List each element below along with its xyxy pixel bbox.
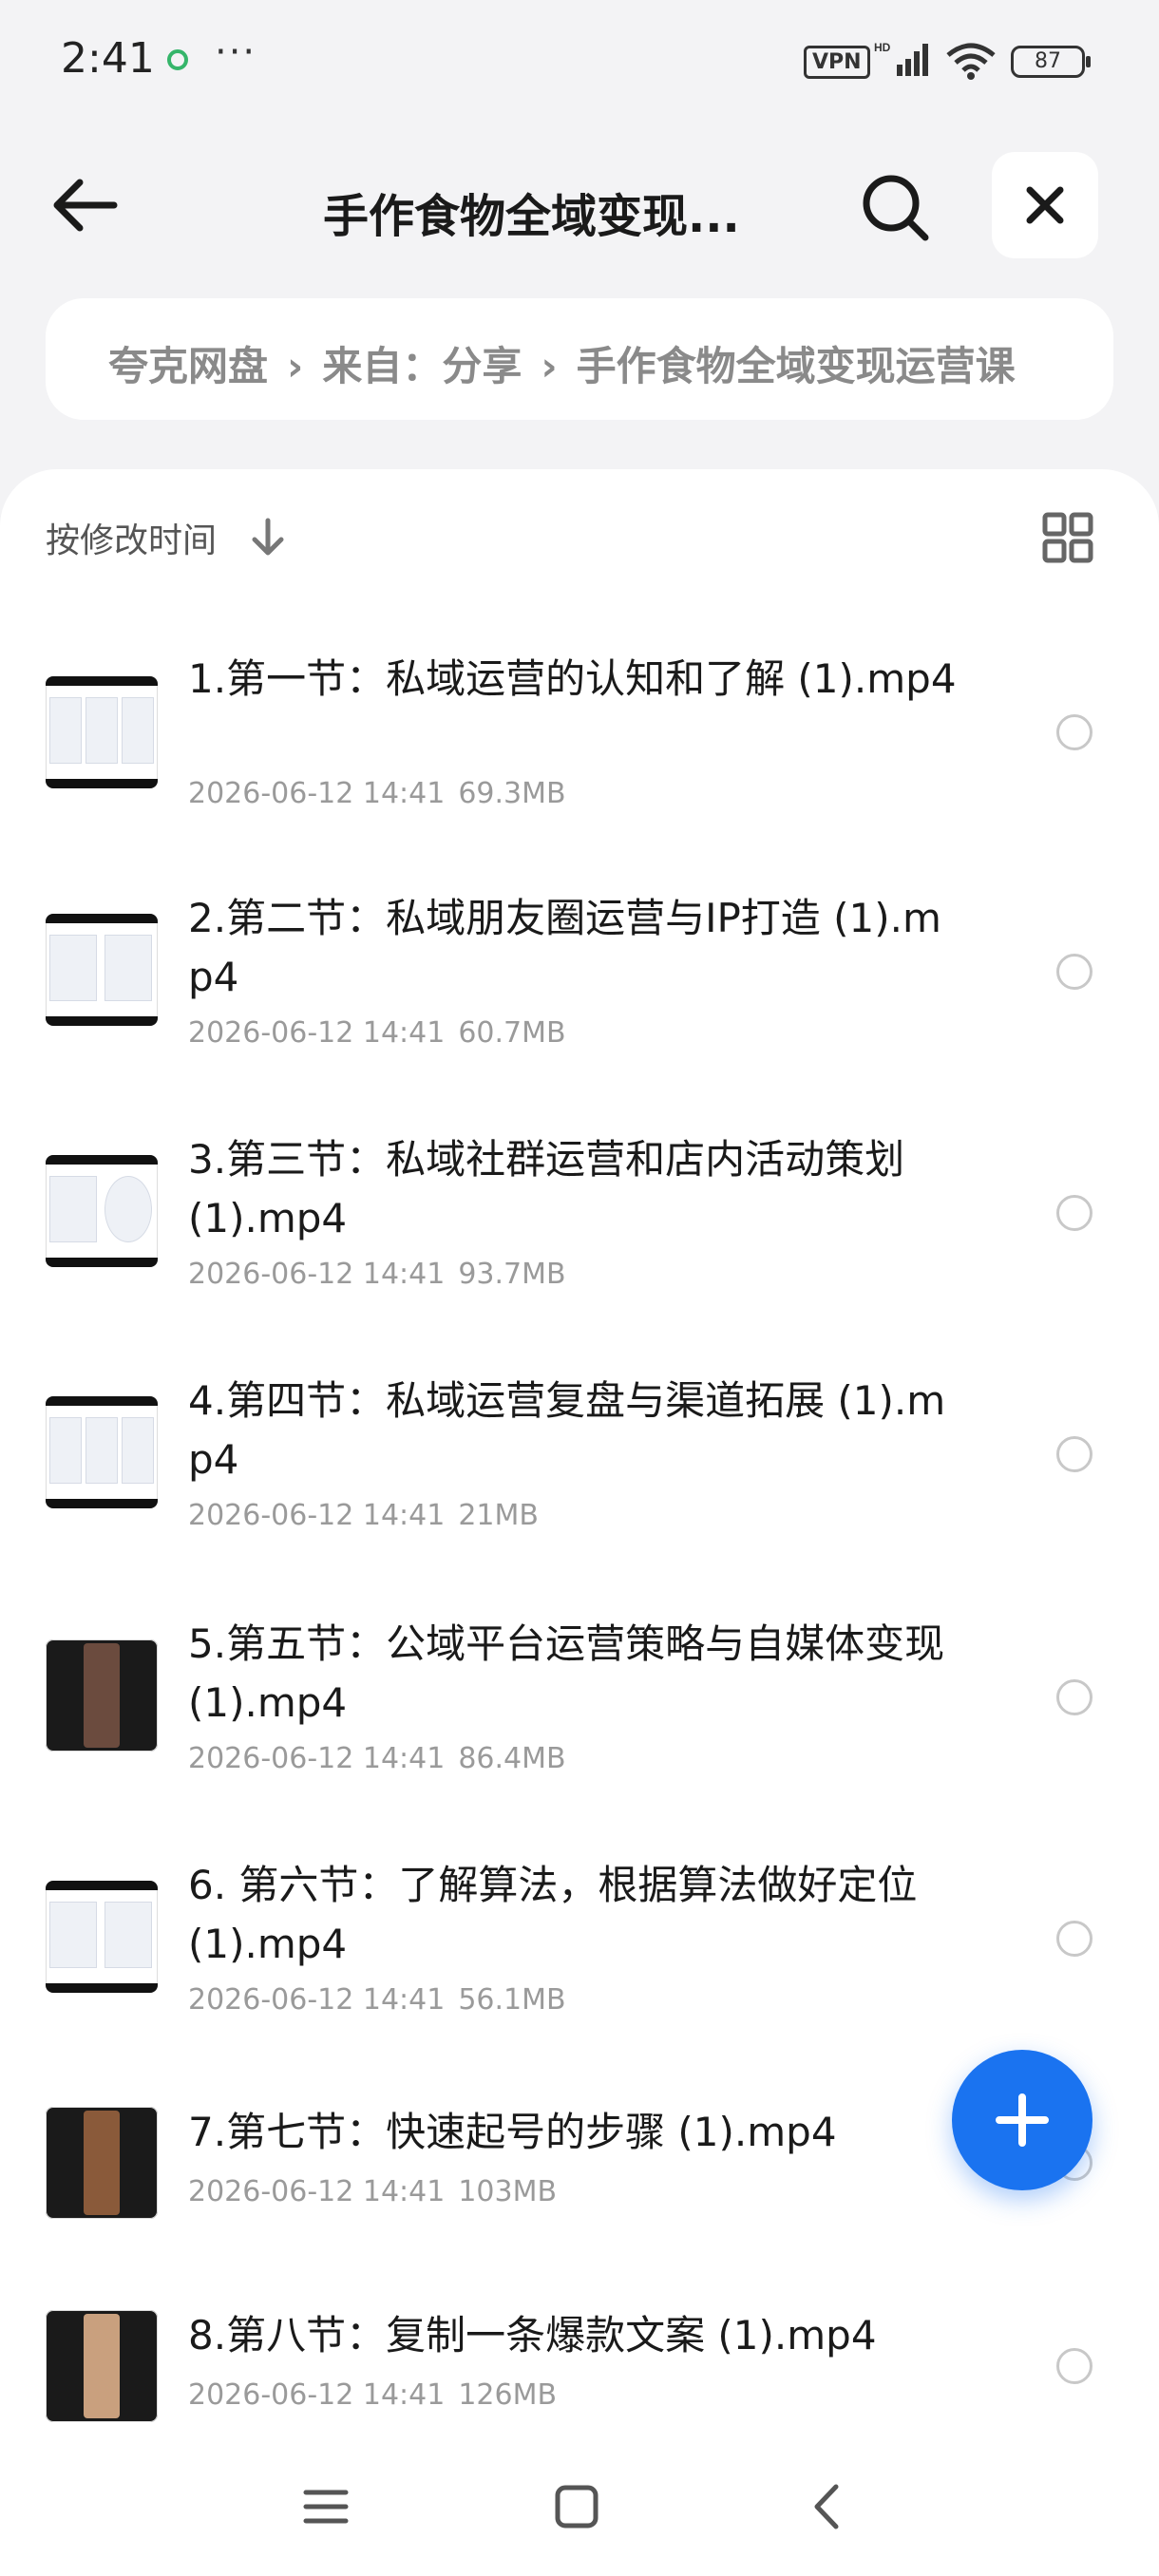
breadcrumb-item-current[interactable]: 手作食物全域变现运营课 (577, 343, 1016, 389)
video-thumbnail (46, 914, 158, 1026)
battery-icon: 87 (1011, 46, 1091, 78)
file-name: 6. 第六节：了解算法，根据算法做好定位 (1).mp4 (188, 1862, 918, 1967)
list-item[interactable]: 1.第一节：私域运营的认知和了解 (1).mp4 2026-06-12 14:4… (0, 621, 1159, 862)
close-icon (1026, 186, 1064, 224)
more-notifications-icon: ··· (215, 30, 257, 74)
file-name: 4.第四节：私域运营复盘与渠道拓展 (1).mp4 (188, 1377, 946, 1483)
file-name: 8.第八节：复制一条爆款文案 (1).mp4 (188, 2312, 877, 2358)
video-thumbnail (46, 1639, 158, 1752)
file-meta: 2026-06-12 14:41 21MB (188, 1499, 539, 1532)
breadcrumb: 夸克网盘 › 来自：分享 › 手作食物全域变现运营课 (46, 298, 1113, 420)
menu-icon[interactable] (302, 2483, 350, 2530)
add-button[interactable] (952, 2050, 1092, 2190)
svg-text:HD: HD (874, 41, 891, 54)
select-checkbox[interactable] (1056, 1195, 1092, 1231)
select-checkbox[interactable] (1056, 2348, 1092, 2384)
chevron-right-icon: › (287, 343, 304, 389)
wifi-icon (946, 43, 996, 80)
select-checkbox[interactable] (1056, 1921, 1092, 1957)
nav-back-icon[interactable] (804, 2483, 851, 2530)
list-item[interactable]: 6. 第六节：了解算法，根据算法做好定位 (1).mp4 2026-06-12 … (0, 1828, 1159, 2069)
select-checkbox[interactable] (1056, 954, 1092, 990)
close-button[interactable] (992, 152, 1098, 258)
video-thumbnail (46, 1881, 158, 1993)
select-checkbox[interactable] (1056, 714, 1092, 750)
video-thumbnail (46, 2310, 158, 2422)
file-meta: 2026-06-12 14:41 69.3MB (188, 777, 566, 810)
file-name: 5.第五节：公域平台运营策略与自媒体变现 (1).mp4 (188, 1620, 945, 1726)
file-meta: 2026-06-12 14:41 126MB (188, 2378, 558, 2412)
file-name: 1.第一节：私域运营的认知和了解 (1).mp4 (188, 655, 957, 702)
status-time: 2:41 (61, 34, 155, 83)
file-meta: 2026-06-12 14:41 103MB (188, 2175, 558, 2208)
video-thumbnail (46, 2107, 158, 2219)
grid-view-icon[interactable] (1041, 511, 1094, 564)
file-meta: 2026-06-12 14:41 86.4MB (188, 1742, 566, 1775)
list-item[interactable]: 5.第五节：公域平台运营策略与自媒体变现 (1).mp4 2026-06-12 … (0, 1586, 1159, 1828)
file-name: 3.第三节：私域社群运营和店内活动策划 (1).mp4 (188, 1136, 905, 1241)
sort-down-icon[interactable] (249, 517, 287, 559)
app-notification-icon (167, 49, 188, 70)
file-name: 2.第二节：私域朋友圈运营与IP打造 (1).mp4 (188, 895, 941, 1000)
video-thumbnail (46, 1396, 158, 1508)
breadcrumb-item-root[interactable]: 夸克网盘 (108, 343, 268, 389)
list-item[interactable]: 4.第四节：私域运营复盘与渠道拓展 (1).mp4 2026-06-12 14:… (0, 1345, 1159, 1586)
video-thumbnail (46, 676, 158, 788)
file-list-panel: 按修改时间 1.第一节：私域运营的认知和了解 (1).mp4 2026-06-1… (0, 469, 1159, 2576)
video-thumbnail (46, 1155, 158, 1267)
system-nav-bar (0, 2441, 1159, 2576)
chevron-right-icon: › (541, 343, 558, 389)
page-title: 手作食物全域变现... (323, 190, 740, 243)
file-meta: 2026-06-12 14:41 56.1MB (188, 1983, 566, 2017)
file-meta: 2026-06-12 14:41 60.7MB (188, 1016, 566, 1050)
search-icon[interactable] (855, 167, 935, 247)
list-item[interactable]: 3.第三节：私域社群运营和店内活动策划 (1).mp4 2026-06-12 1… (0, 1104, 1159, 1345)
home-icon[interactable] (553, 2483, 600, 2530)
vpn-badge: VPN (804, 46, 870, 79)
back-arrow-icon[interactable] (48, 171, 124, 239)
status-bar: 2:41 ··· VPN HD 87 (0, 0, 1159, 123)
sort-button[interactable]: 按修改时间 (46, 513, 217, 562)
select-checkbox[interactable] (1056, 1436, 1092, 1472)
plus-icon (996, 2093, 1049, 2147)
list-item[interactable]: 2.第二节：私域朋友圈运营与IP打造 (1).mp4 2026-06-12 14… (0, 862, 1159, 1104)
select-checkbox[interactable] (1056, 1679, 1092, 1715)
file-name: 7.第七节：快速起号的步骤 (1).mp4 (188, 2109, 837, 2155)
signal-icon: HD (874, 41, 928, 76)
breadcrumb-item-share[interactable]: 来自：分享 (322, 343, 522, 389)
file-meta: 2026-06-12 14:41 93.7MB (188, 1258, 566, 1291)
